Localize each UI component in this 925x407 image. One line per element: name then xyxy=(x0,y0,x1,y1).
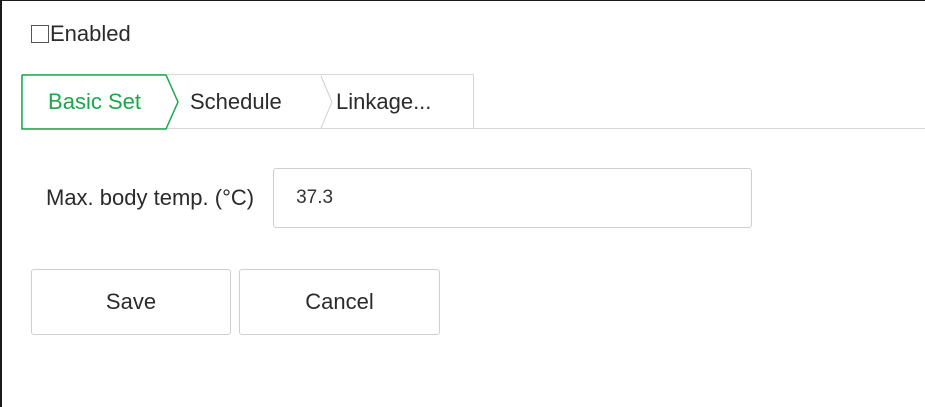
cancel-button[interactable]: Cancel xyxy=(239,269,440,335)
max-temp-input[interactable] xyxy=(273,168,753,228)
tab-strip: Basic Set Schedule Linkage... xyxy=(21,74,474,130)
settings-panel: Enabled Basic Set Schedule Linkage... Ma… xyxy=(0,0,925,407)
enabled-checkbox[interactable] xyxy=(31,25,49,43)
tab-schedule[interactable]: Schedule xyxy=(190,75,282,129)
enabled-label: Enabled xyxy=(50,21,131,46)
max-temp-row: Max. body temp. (°C) xyxy=(46,168,753,228)
tab-bar: Basic Set Schedule Linkage... xyxy=(21,74,925,130)
tab-basic-set[interactable]: Basic Set xyxy=(22,75,167,129)
save-button[interactable]: Save xyxy=(31,269,231,335)
tab-separator-chevron xyxy=(320,75,333,129)
tab-linkage[interactable]: Linkage... xyxy=(336,75,431,129)
max-temp-label: Max. body temp. (°C) xyxy=(46,185,255,210)
enabled-checkbox-row[interactable]: Enabled xyxy=(31,20,131,48)
